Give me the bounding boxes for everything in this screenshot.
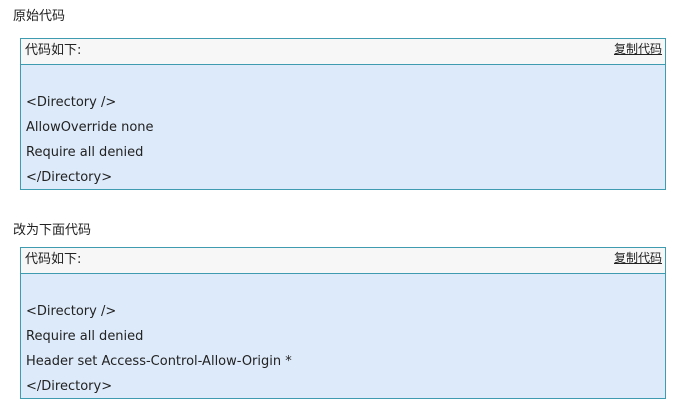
section-title-modified: 改为下面代码: [13, 223, 92, 238]
copy-code-link[interactable]: 复制代码: [614, 42, 662, 57]
code-line: AllowOverride none: [26, 120, 154, 135]
code-line: Header set Access-Control-Allow-Origin *: [26, 354, 292, 369]
code-line: </Directory>: [26, 170, 113, 185]
code-block-original: 代码如下: 复制代码 <Directory /> AllowOverride n…: [20, 38, 666, 190]
code-line: <Directory />: [26, 95, 117, 110]
code-line: Require all denied: [26, 145, 144, 160]
code-block-header: 代码如下: 复制代码: [21, 39, 665, 65]
code-header-label: 代码如下:: [25, 252, 82, 267]
copy-code-link[interactable]: 复制代码: [614, 251, 662, 266]
code-line: Require all denied: [26, 329, 144, 344]
code-header-label: 代码如下:: [25, 43, 82, 58]
code-block-modified: 代码如下: 复制代码 <Directory /> Require all den…: [20, 247, 666, 399]
code-line: </Directory>: [26, 379, 113, 394]
section-title-original: 原始代码: [13, 9, 66, 24]
code-body: <Directory /> Require all denied Header …: [21, 274, 665, 399]
code-line: <Directory />: [26, 304, 117, 319]
code-block-header: 代码如下: 复制代码: [21, 248, 665, 274]
code-body: <Directory /> AllowOverride none Require…: [21, 65, 665, 190]
